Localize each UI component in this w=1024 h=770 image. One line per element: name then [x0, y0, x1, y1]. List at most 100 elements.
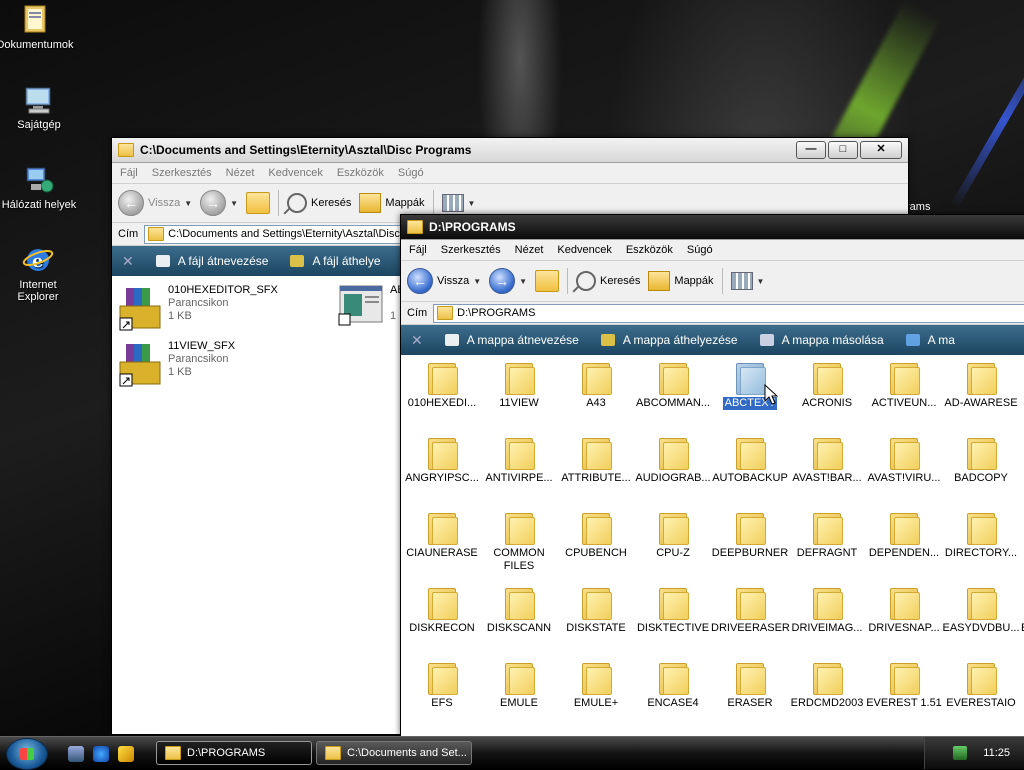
task-copy-folder[interactable]: A mappa másolása — [759, 333, 884, 347]
folder-item[interactable]: DIRECTORY... — [942, 511, 1020, 560]
folder-item[interactable]: DISKTECTIVE — [634, 586, 712, 635]
folders-button[interactable]: Mappák — [359, 193, 425, 213]
start-button[interactable] — [6, 738, 48, 770]
desktop-icon-documents[interactable]: Dokumentumok — [0, 4, 75, 51]
task-move-file[interactable]: A fájl áthelye — [290, 254, 381, 268]
folder-item[interactable]: EASYDVDBU... — [942, 586, 1020, 635]
folder-item[interactable]: CPU-Z — [634, 511, 712, 560]
task-partial[interactable]: A ma — [905, 333, 955, 347]
folder-item[interactable]: DRIVEIMAG... — [788, 586, 866, 635]
folder-item[interactable]: EVEREST 1.51 — [865, 661, 943, 710]
folder-item[interactable]: ATTRIBUTE... — [557, 436, 635, 485]
folder-item[interactable]: AD-AWARESE — [942, 361, 1020, 410]
folder-up-icon[interactable] — [246, 192, 271, 214]
folder-item[interactable]: DRIVEERASER — [711, 586, 790, 635]
maximize-button[interactable]: □ — [828, 141, 858, 159]
media-player-icon[interactable] — [118, 746, 134, 762]
folder-item[interactable]: AVAST!BAR... — [788, 436, 866, 485]
forward-button[interactable]: → ▼ — [200, 190, 238, 216]
menu-tools[interactable]: Eszközök — [626, 244, 673, 256]
list-item[interactable]: 010HEXEDITOR_SFX Parancsikon 1 KB — [118, 284, 278, 332]
folder-item[interactable]: DEFRAGNT — [788, 511, 866, 560]
menu-favorites[interactable]: Kedvencek — [557, 244, 611, 256]
task-move-folder[interactable]: A mappa áthelyezése — [600, 333, 738, 347]
minimize-button[interactable]: — — [796, 141, 826, 159]
folder-item[interactable]: ACTIVEUN... — [865, 361, 943, 410]
list-item[interactable]: AB 1 — [338, 284, 405, 331]
folder-label: DISKSCANN — [486, 622, 552, 634]
folder-up-icon[interactable] — [535, 270, 560, 292]
menu-view[interactable]: Nézet — [226, 167, 255, 179]
taskbar-button-disc-programs[interactable]: C:\Documents and Set... — [316, 741, 472, 765]
folder-item[interactable]: DISKSCANN — [480, 586, 558, 635]
folder-item[interactable]: EMULE+ — [557, 661, 635, 710]
folder-item[interactable]: 11VIEW — [480, 361, 558, 410]
close-button[interactable]: ✕ — [860, 141, 902, 159]
folder-item[interactable]: EVERESTAIO — [942, 661, 1020, 710]
show-desktop-icon[interactable] — [68, 746, 84, 762]
window-d-programs[interactable]: D:\PROGRAMS Fájl Szerkesztés Nézet Kedve… — [400, 214, 1024, 738]
chevron-down-icon[interactable]: ▼ — [184, 199, 192, 208]
menu-favorites[interactable]: Kedvencek — [268, 167, 322, 179]
title-bar[interactable]: D:\PROGRAMS — [401, 215, 1024, 240]
menu-view[interactable]: Nézet — [515, 244, 544, 256]
menu-help[interactable]: Súgó — [687, 244, 713, 256]
views-button[interactable]: ▼ — [730, 272, 764, 290]
desktop-icon-internet-explorer[interactable]: e Internet Explorer — [0, 244, 78, 303]
folder-item[interactable]: DRIVESNAP... — [865, 586, 943, 635]
menu-edit[interactable]: Szerkesztés — [441, 244, 501, 256]
folder-item[interactable]: ENCASE4 — [634, 661, 712, 710]
chevron-down-icon[interactable]: ▼ — [519, 277, 527, 286]
views-button[interactable]: ▼ — [441, 194, 475, 212]
forward-button[interactable]: → ▼ — [489, 268, 527, 294]
folder-item[interactable]: EFS — [403, 661, 481, 710]
folder-item[interactable]: DISKRECON — [403, 586, 481, 635]
menu-file[interactable]: Fájl — [409, 244, 427, 256]
folder-item[interactable]: AVAST!VIRU... — [865, 436, 943, 485]
views-icon — [730, 272, 753, 290]
folder-item[interactable]: ABCOMMAN... — [634, 361, 712, 410]
task-rename-file[interactable]: A fájl átnevezése — [155, 254, 268, 268]
folder-item[interactable]: ANGRYIPSC... — [403, 436, 481, 485]
chevron-down-icon[interactable]: ▼ — [230, 199, 238, 208]
back-button[interactable]: ← Vissza ▼ — [118, 190, 192, 216]
folder-item[interactable]: A43 — [557, 361, 635, 410]
menu-file[interactable]: Fájl — [120, 167, 138, 179]
folder-label: BADCOPY — [954, 472, 1008, 484]
folder-item[interactable]: DEPENDEN... — [865, 511, 943, 560]
folder-item[interactable]: 010HEXEDI... — [403, 361, 481, 410]
folder-item[interactable]: ERDCMD2003 — [788, 661, 866, 710]
menu-help[interactable]: Súgó — [398, 167, 424, 179]
close-icon[interactable]: ✕ — [122, 253, 134, 270]
taskbar-button-d-programs[interactable]: D:\PROGRAMS — [156, 741, 312, 765]
clock[interactable]: 11:25 — [983, 747, 1010, 759]
folder-item[interactable]: CPUBENCH — [557, 511, 635, 560]
search-button[interactable]: Keresés — [287, 193, 351, 213]
search-button[interactable]: Keresés — [576, 271, 640, 291]
menu-edit[interactable]: Szerkesztés — [152, 167, 212, 179]
desktop-icon-network-places[interactable]: Hálózati helyek — [0, 164, 79, 211]
folder-item[interactable]: BADCOPY — [942, 436, 1020, 485]
folder-item[interactable]: CIAUNERASE — [403, 511, 481, 560]
folder-item[interactable]: DISKSTATE — [557, 586, 635, 635]
back-button[interactable]: ← Vissza ▼ — [407, 268, 481, 294]
title-bar[interactable]: C:\Documents and Settings\Eternity\Aszta… — [112, 138, 908, 163]
folder-item[interactable]: DEEPBURNER — [711, 511, 789, 560]
task-rename-folder[interactable]: A mappa átnevezése — [444, 333, 579, 347]
folder-item[interactable]: EMULE — [480, 661, 558, 710]
close-icon[interactable]: ✕ — [411, 332, 423, 349]
network-tray-icon[interactable] — [953, 746, 968, 760]
folder-item[interactable]: ERASER — [711, 661, 789, 710]
folder-item[interactable]: ACRONIS — [788, 361, 866, 410]
list-item[interactable]: 11VIEW_SFX Parancsikon 1 KB — [118, 340, 235, 388]
desktop-icon-my-computer[interactable]: Sajátgép — [0, 84, 79, 131]
folder-item[interactable]: AUTOBACKUP — [711, 436, 789, 485]
folder-item[interactable]: COMMON FILES — [480, 511, 558, 573]
menu-tools[interactable]: Eszközök — [337, 167, 384, 179]
chevron-down-icon[interactable]: ▼ — [473, 277, 481, 286]
folder-item[interactable]: AUDIOGRAB... — [634, 436, 712, 485]
folder-item[interactable]: ANTIVIRPE... — [480, 436, 558, 485]
folders-button[interactable]: Mappák — [648, 271, 714, 291]
address-field[interactable]: D:\PROGRAMS — [433, 303, 1024, 323]
internet-explorer-icon[interactable] — [93, 746, 109, 762]
